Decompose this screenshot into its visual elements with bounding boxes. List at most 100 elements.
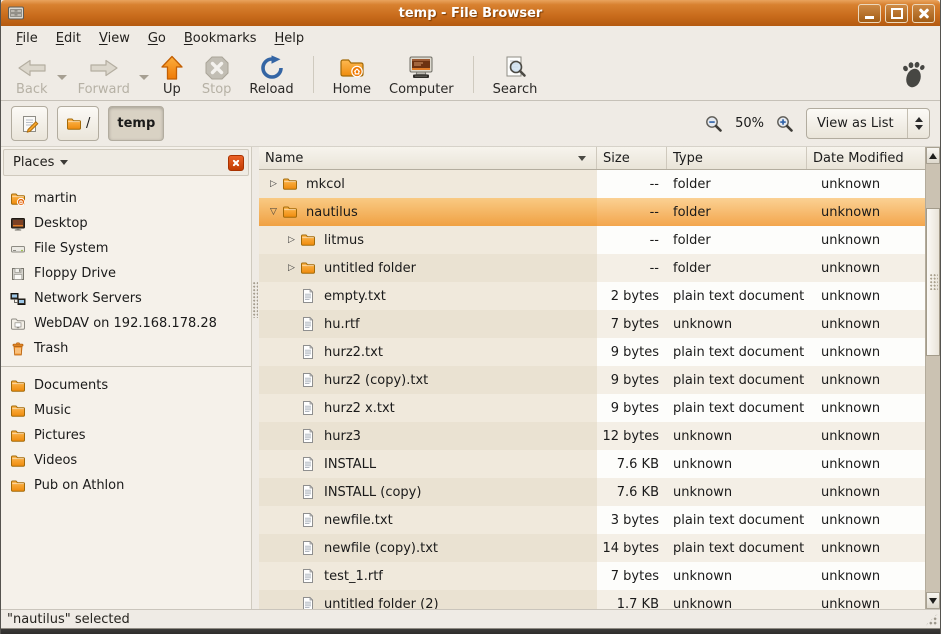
column-header-name[interactable]: Name (259, 147, 597, 169)
stop-button[interactable]: Stop (193, 51, 241, 98)
edit-location-button[interactable] (11, 106, 48, 141)
table-row[interactable]: test_1.rtf7 bytesunknownunknown (259, 562, 925, 590)
menu-go[interactable]: Go (139, 28, 175, 49)
list-header: NameSize Type Date Modified (259, 147, 925, 170)
titlebar[interactable]: temp - File Browser (1, 0, 940, 26)
forward-dropdown-icon[interactable] (139, 75, 149, 80)
window-title: temp - File Browser (1, 6, 940, 21)
search-button[interactable]: Search (484, 51, 547, 98)
back-dropdown-icon[interactable] (57, 75, 67, 80)
file-icon (300, 372, 316, 388)
pane-splitter[interactable] (252, 147, 259, 609)
home-button[interactable]: Home (324, 51, 380, 98)
menu-edit[interactable]: Edit (47, 28, 90, 49)
sidebar-item-pub-on-athlon[interactable]: Pub on Athlon (1, 473, 251, 498)
table-row[interactable]: ▷untitled folder--folderunknown (259, 254, 925, 282)
expander-collapsed-icon[interactable]: ▷ (283, 235, 300, 245)
table-row[interactable]: newfile (copy).txt14 bytesplain text doc… (259, 534, 925, 562)
expander-collapsed-icon[interactable]: ▷ (265, 179, 282, 189)
view-mode-select[interactable]: View as List (806, 108, 930, 139)
menu-bookmarks[interactable]: Bookmarks (175, 28, 266, 49)
cell-date-modified: unknown (807, 226, 925, 254)
cell-size: -- (597, 254, 667, 282)
sidebar-item-webdav-on-192-168-178-28[interactable]: WebDAV on 192.168.178.28 (1, 311, 251, 336)
folder-icon (10, 403, 26, 419)
file-name: INSTALL (copy) (324, 485, 421, 500)
table-row[interactable]: hurz2 x.txt9 bytesplain text documentunk… (259, 394, 925, 422)
file-name: newfile (copy).txt (324, 541, 438, 556)
sidebar-item-documents[interactable]: Documents (1, 373, 251, 398)
cell-name: empty.txt (259, 282, 597, 310)
menu-view[interactable]: View (90, 28, 139, 49)
cell-date-modified: unknown (807, 450, 925, 478)
table-row[interactable]: untitled folder (2)1.7 KBunknownunknown (259, 590, 925, 609)
maximize-button[interactable] (885, 4, 908, 23)
folder-icon (10, 478, 26, 494)
sidebar-item-martin[interactable]: martin (1, 186, 251, 211)
scrollbar-trough[interactable] (926, 164, 940, 592)
file-icon (300, 288, 316, 304)
computer-button[interactable]: Computer (380, 51, 463, 98)
up-label: Up (163, 82, 181, 97)
table-row[interactable]: newfile.txt3 bytesplain text documentunk… (259, 506, 925, 534)
cell-size: 9 bytes (597, 338, 667, 366)
column-label: Type (673, 151, 703, 166)
scroll-down-button[interactable] (926, 592, 940, 609)
cell-size: 12 bytes (597, 422, 667, 450)
table-row[interactable]: hurz312 bytesunknownunknown (259, 422, 925, 450)
table-row[interactable]: empty.txt2 bytesplain text documentunkno… (259, 282, 925, 310)
spin-down-icon (915, 125, 923, 130)
sidebar-item-music[interactable]: Music (1, 398, 251, 423)
sidebar-item-label: Desktop (34, 216, 88, 231)
sidebar-item-videos[interactable]: Videos (1, 448, 251, 473)
menu-help[interactable]: Help (266, 28, 314, 49)
expander-expanded-icon[interactable]: ▽ (265, 207, 282, 217)
sidebar-item-trash[interactable]: Trash (1, 336, 251, 361)
up-button[interactable]: Up (151, 51, 193, 98)
table-row[interactable]: hu.rtf7 bytesunknownunknown (259, 310, 925, 338)
column-header-type[interactable]: Type (667, 147, 807, 169)
cell-date-modified: unknown (807, 394, 925, 422)
path-current-button[interactable]: temp (108, 106, 164, 141)
zoom-in-icon[interactable] (776, 115, 794, 133)
sidebar-item-network-servers[interactable]: Network Servers (1, 286, 251, 311)
scrollbar-thumb[interactable] (926, 208, 940, 356)
view-mode-spinner[interactable] (907, 109, 929, 138)
scroll-up-button[interactable] (926, 147, 940, 164)
column-header-size[interactable]: Size (597, 147, 667, 169)
table-row[interactable]: ▷litmus--folderunknown (259, 226, 925, 254)
cell-name: INSTALL (259, 450, 597, 478)
file-icon (300, 512, 316, 528)
sidebar-header[interactable]: Places (3, 149, 249, 176)
expander-collapsed-icon[interactable]: ▷ (283, 263, 300, 273)
reload-label: Reload (249, 82, 293, 97)
zoom-out-icon[interactable] (705, 115, 723, 133)
reload-button[interactable]: Reload (240, 51, 302, 98)
table-row[interactable]: ▷mkcol--folderunknown (259, 170, 925, 198)
vertical-scrollbar[interactable] (925, 147, 940, 609)
forward-button[interactable]: Forward (69, 51, 139, 98)
folder-icon (10, 428, 26, 444)
close-button[interactable] (912, 4, 935, 23)
minimize-button[interactable] (858, 4, 881, 23)
column-header-date-modified[interactable]: Date Modified (807, 147, 925, 169)
path-root-button[interactable]: / (57, 106, 99, 141)
sidebar-item-file-system[interactable]: File System (1, 236, 251, 261)
back-button[interactable]: Back (7, 51, 57, 98)
table-row[interactable]: hurz2.txt9 bytesplain text documentunkno… (259, 338, 925, 366)
cell-name: hu.rtf (259, 310, 597, 338)
cell-type: unknown (667, 478, 807, 506)
resize-grip[interactable] (925, 613, 938, 626)
list-rows: ▷mkcol--folderunknown▽nautilus--folderun… (259, 170, 925, 609)
cell-size: 2 bytes (597, 282, 667, 310)
menu-file[interactable]: File (7, 28, 47, 49)
file-name: hu.rtf (324, 317, 360, 332)
sidebar-item-pictures[interactable]: Pictures (1, 423, 251, 448)
sidebar-item-desktop[interactable]: Desktop (1, 211, 251, 236)
table-row[interactable]: INSTALL7.6 KBunknownunknown (259, 450, 925, 478)
table-row[interactable]: INSTALL (copy)7.6 KBunknownunknown (259, 478, 925, 506)
table-row[interactable]: hurz2 (copy).txt9 bytesplain text docume… (259, 366, 925, 394)
table-row[interactable]: ▽nautilus--folderunknown (259, 198, 925, 226)
sidebar-close-button[interactable] (228, 155, 244, 171)
sidebar-item-floppy-drive[interactable]: Floppy Drive (1, 261, 251, 286)
